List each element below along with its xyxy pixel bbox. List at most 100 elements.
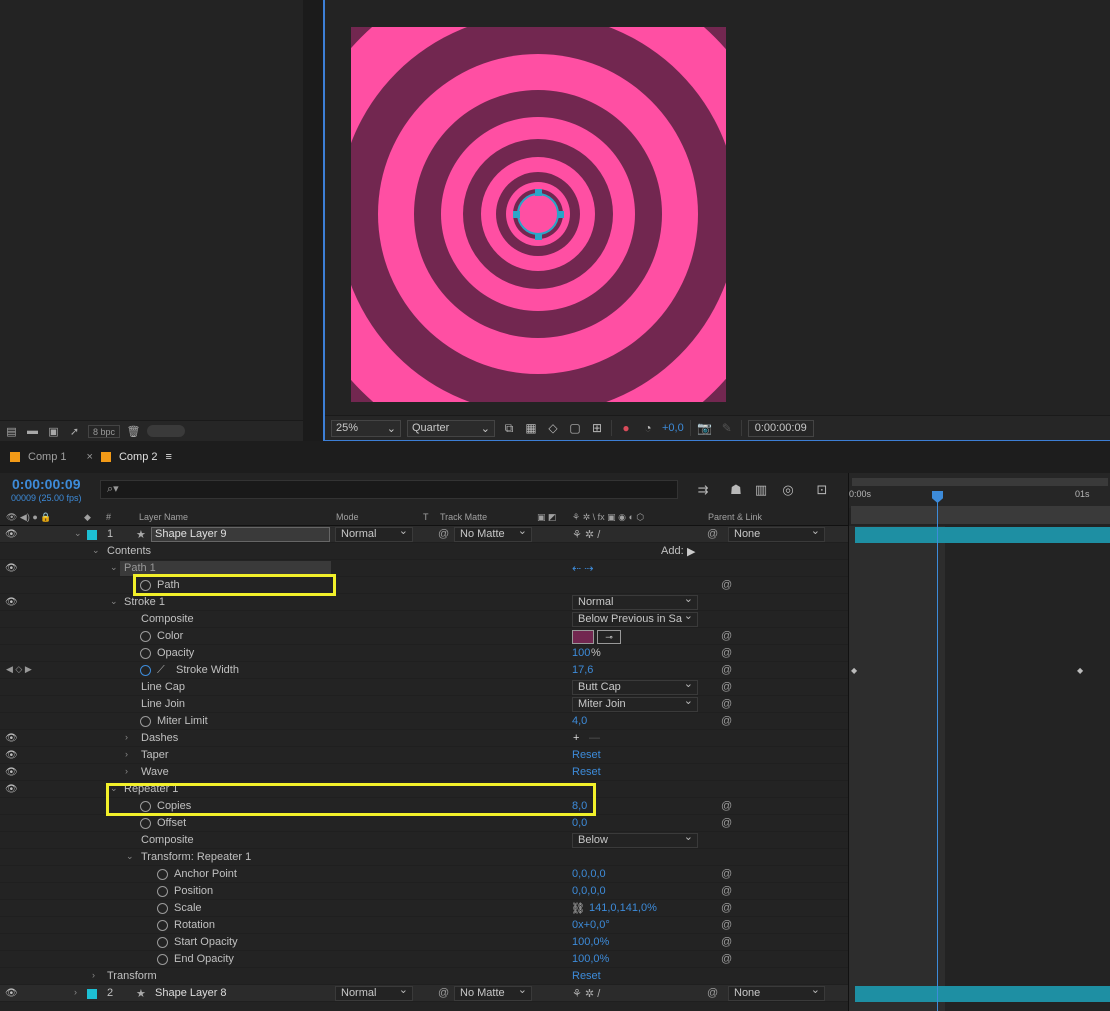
layer-2-duration-bar[interactable]: [855, 986, 1110, 1002]
tab-comp-1[interactable]: Comp 1: [0, 441, 77, 473]
anchor-point-value[interactable]: 0,0,0,0: [572, 868, 606, 880]
stopwatch-icon[interactable]: [140, 580, 151, 591]
label-color[interactable]: [87, 989, 97, 999]
eyedropper-icon[interactable]: ⊸: [597, 630, 621, 644]
path-group-row[interactable]: 👁 ⌄ Path 1 ⇠ ⇢: [0, 560, 848, 577]
scale-value[interactable]: 141,0,141,0%: [589, 902, 657, 914]
expression-pickwhip-icon[interactable]: @: [721, 800, 732, 812]
trash-icon[interactable]: 🗑: [126, 425, 141, 438]
add-dash-icon[interactable]: +: [573, 732, 579, 744]
repeater-composite-select[interactable]: Below: [572, 831, 698, 848]
stopwatch-active-icon[interactable]: [140, 665, 151, 676]
opacity-value[interactable]: 100: [572, 647, 590, 659]
opacity-row[interactable]: Opacity 100 % @: [0, 645, 848, 662]
path-vertex-handle[interactable]: [557, 211, 564, 218]
channels-icon[interactable]: ●: [618, 421, 634, 436]
blend-mode-select[interactable]: Normal: [335, 525, 413, 542]
column-layer-name[interactable]: Layer Name: [139, 512, 188, 522]
keyframe-navigator[interactable]: ◀ ◇ ▶: [6, 664, 32, 675]
expand-chevron-icon[interactable]: ⌄: [110, 596, 118, 607]
wave-row[interactable]: 👁 › Wave Reset: [0, 764, 848, 781]
line-join-row[interactable]: Line Join Miter Join @: [0, 695, 848, 713]
constrain-proportions-link-icon[interactable]: ⛓: [571, 902, 585, 915]
expression-pickwhip-icon[interactable]: @: [721, 817, 732, 829]
transparency-grid-icon[interactable]: ▦: [523, 421, 539, 436]
expression-pickwhip-icon[interactable]: @: [721, 868, 732, 880]
expression-pickwhip-icon[interactable]: @: [721, 953, 732, 965]
taper-reset-link[interactable]: Reset: [572, 749, 601, 761]
color-row[interactable]: Color ⊸ @: [0, 628, 848, 645]
expand-chevron-icon[interactable]: ›: [125, 732, 128, 742]
keyframe-diamond[interactable]: ◆: [1077, 666, 1083, 675]
start-opacity-row[interactable]: Start Opacity 100,0% @: [0, 934, 848, 951]
region-of-interest-icon[interactable]: ▢: [567, 421, 583, 436]
shy-layers-icon[interactable]: ▥: [753, 482, 769, 497]
parent-pickwhip-icon[interactable]: @: [707, 528, 718, 540]
thumbnail-size-slider[interactable]: [147, 425, 186, 437]
expression-pickwhip-icon[interactable]: @: [721, 902, 732, 914]
expression-pickwhip-icon[interactable]: @: [721, 647, 732, 659]
stopwatch-icon[interactable]: [157, 886, 168, 897]
stopwatch-icon[interactable]: [140, 801, 151, 812]
resolution-select[interactable]: Quarter ⌄: [407, 419, 495, 437]
visibility-eye-icon[interactable]: 👁: [5, 563, 18, 574]
transform-reset-link[interactable]: Reset: [572, 970, 601, 982]
tab-menu-icon[interactable]: ≡: [166, 451, 172, 463]
track-matte-pickwhip-icon[interactable]: @: [438, 528, 449, 540]
grid-guides-icon[interactable]: ⊞: [589, 421, 605, 436]
mask-visibility-icon[interactable]: ◇: [545, 421, 561, 436]
path-row[interactable]: Path @: [0, 577, 848, 594]
expand-chevron-icon[interactable]: ›: [125, 749, 128, 759]
end-opacity-row[interactable]: End Opacity 100,0% @: [0, 951, 848, 968]
stopwatch-icon[interactable]: [157, 920, 168, 931]
expand-chevron-icon[interactable]: ⌄: [110, 783, 118, 794]
current-time-display[interactable]: 0:00:00:09: [747, 419, 814, 437]
stopwatch-icon[interactable]: [157, 954, 168, 965]
visibility-eye-icon[interactable]: 👁: [5, 733, 18, 744]
visibility-eye-icon[interactable]: 👁: [5, 767, 18, 778]
parent-pickwhip-icon[interactable]: @: [707, 987, 718, 999]
offset-row[interactable]: Offset 0,0 @: [0, 815, 848, 832]
expression-pickwhip-icon[interactable]: @: [721, 936, 732, 948]
expand-chevron-icon[interactable]: ›: [125, 766, 128, 776]
transform-repeater-row[interactable]: ⌄ Transform: Repeater 1: [0, 849, 848, 866]
start-opacity-value[interactable]: 100,0%: [572, 936, 609, 948]
layer-switches[interactable]: ⚘ ✲ /: [572, 987, 600, 1000]
stopwatch-icon[interactable]: [157, 869, 168, 880]
offset-value[interactable]: 0,0: [572, 817, 587, 829]
transform-row[interactable]: › Transform Reset: [0, 968, 848, 985]
composition-mini-flowchart-icon[interactable]: ⇉: [695, 482, 711, 497]
stopwatch-icon[interactable]: [140, 716, 151, 727]
keyframe-diamond[interactable]: ◆: [851, 666, 857, 675]
show-snapshot-icon[interactable]: ✎: [719, 421, 735, 436]
expression-pickwhip-icon[interactable]: @: [721, 681, 732, 693]
layer-1-duration-bar[interactable]: [855, 527, 1110, 543]
new-folder-icon[interactable]: ▬: [25, 425, 40, 437]
snapshot-camera-icon[interactable]: 📷: [697, 421, 713, 436]
layer-search-input[interactable]: ⌕▾: [100, 480, 678, 499]
magnification-select[interactable]: 25% ⌄: [331, 419, 401, 437]
bit-depth-button[interactable]: 8 bpc: [88, 424, 121, 438]
position-row[interactable]: Position 0,0,0,0 @: [0, 883, 848, 900]
track-matte-pickwhip-icon[interactable]: @: [438, 987, 449, 999]
parent-select[interactable]: None: [728, 525, 825, 542]
layer-row-2[interactable]: 👁 › 2 ★ Shape Layer 8 Normal @ No Matte …: [0, 984, 848, 1002]
layer-name[interactable]: Shape Layer 8: [155, 987, 227, 999]
line-cap-select[interactable]: Butt Cap: [572, 678, 698, 695]
contents-row[interactable]: ⌄ Contents Add: ▶: [0, 543, 848, 560]
visibility-eye-icon[interactable]: 👁: [5, 988, 18, 999]
track-matte-select[interactable]: No Matte: [454, 984, 532, 1001]
expression-pickwhip-icon[interactable]: @: [721, 919, 732, 931]
path-vertex-handle[interactable]: [535, 233, 542, 240]
expand-chevron-icon[interactable]: ›: [92, 970, 95, 980]
close-icon[interactable]: ×: [87, 451, 93, 463]
fast-preview-icon[interactable]: ⧉: [501, 421, 517, 436]
stroke-composite-select[interactable]: Below Previous in Sa: [572, 612, 698, 627]
visibility-eye-icon[interactable]: 👁: [5, 529, 18, 540]
layer-switches[interactable]: ⚘ ✲ /: [572, 528, 600, 541]
expand-chevron-icon[interactable]: ⌄: [92, 545, 100, 556]
repeater-composite-row[interactable]: Composite Below: [0, 831, 848, 849]
expression-pickwhip-icon[interactable]: @: [721, 698, 732, 710]
composition-canvas[interactable]: [351, 27, 726, 402]
stroke-width-row[interactable]: ◀ ◇ ▶ ⟋ Stroke Width 17,6 @: [0, 662, 848, 679]
